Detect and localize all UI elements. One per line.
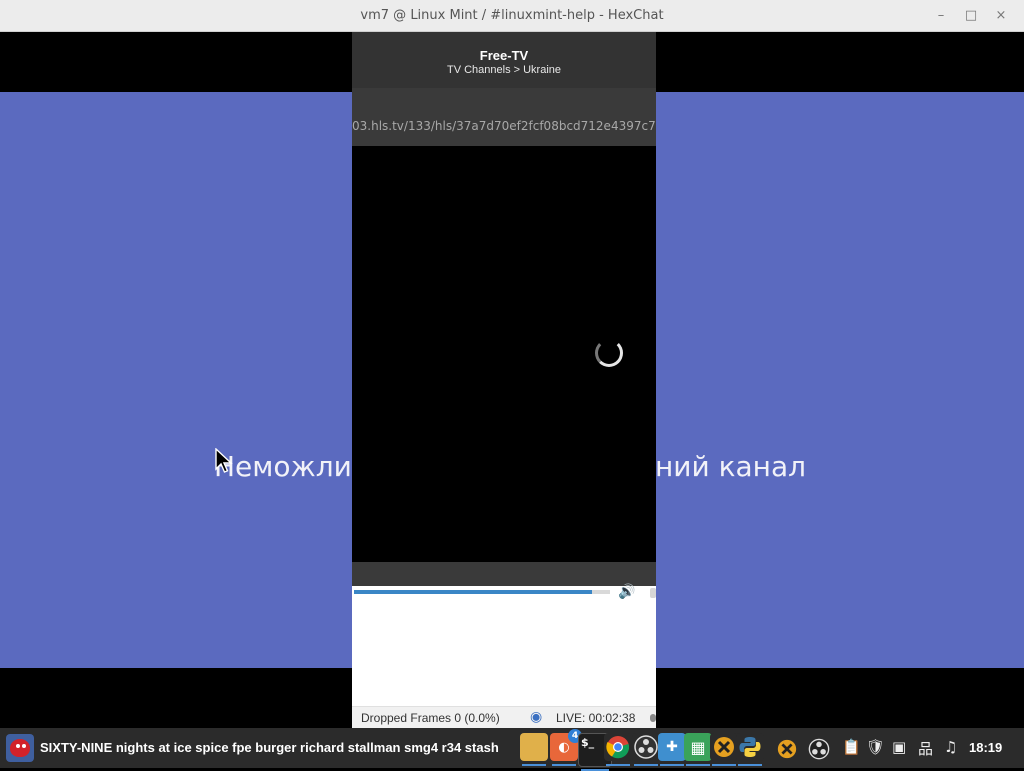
player-controls	[352, 562, 656, 586]
player-title: Free-TV	[479, 48, 529, 63]
clock[interactable]: 18:19	[969, 740, 1002, 755]
close-button[interactable]: ×	[992, 6, 1010, 24]
seek-bar[interactable]	[354, 590, 610, 594]
loading-spinner-icon	[595, 339, 623, 367]
minimize-button[interactable]: –	[932, 6, 950, 24]
background-message-right: ний канал	[655, 450, 807, 483]
obs-icon[interactable]	[808, 738, 830, 764]
volume-icon[interactable]: 🔊	[618, 584, 640, 600]
player-header: Free-TV TV Channels > Ukraine	[352, 32, 656, 88]
clipboard-icon[interactable]: 📋	[842, 738, 861, 756]
update-icon[interactable]: ▣	[892, 738, 906, 756]
broadcast-icon: ◉	[530, 709, 543, 725]
obs-launcher-icon[interactable]	[632, 733, 660, 766]
stream-url: 03.hls.tv/133/hls/37a7d70ef2fcf08bcd712e…	[352, 119, 656, 133]
mouse-cursor-icon	[215, 448, 233, 473]
progress-row: 🔊	[352, 584, 656, 602]
software-manager-icon[interactable]: ◐ 4	[550, 729, 582, 766]
python-icon[interactable]	[736, 733, 764, 766]
angry-birds-app-icon[interactable]	[6, 734, 34, 762]
volume-slider-handle[interactable]	[650, 588, 656, 598]
window-title: vm7 @ Linux Mint / #linuxmint-help - Hex…	[360, 8, 664, 23]
shield-icon[interactable]: 🛡	[866, 738, 885, 756]
maximize-button[interactable]: □	[962, 6, 980, 24]
network-icon[interactable]: 品	[918, 738, 933, 759]
background-message-left: Неможли	[214, 450, 352, 483]
files-icon[interactable]	[520, 733, 548, 766]
player-empty-area	[352, 602, 656, 706]
player-panel: Free-TV TV Channels > Ukraine 03.hls.tv/…	[352, 32, 656, 728]
dropped-frames: Dropped Frames 0 (0.0%)	[361, 711, 500, 725]
x-tray-icon[interactable]	[776, 738, 798, 764]
puzzle-app-icon[interactable]: ✚	[658, 733, 686, 766]
music-icon[interactable]: ♫	[944, 738, 957, 756]
taskbar-window-label[interactable]: SIXTY-NINE nights at ice spice fpe burge…	[40, 740, 499, 755]
spreadsheet-icon[interactable]: ▦	[684, 733, 712, 766]
terminal-glyph: $_	[581, 736, 595, 749]
window-titlebar[interactable]: vm7 @ Linux Mint / #linuxmint-help - Hex…	[0, 0, 1024, 32]
player-breadcrumb[interactable]: TV Channels > Ukraine	[352, 64, 656, 76]
chrome-icon[interactable]	[604, 733, 632, 766]
x-app-icon[interactable]	[710, 733, 738, 766]
stream-url-bar[interactable]: 03.hls.tv/133/hls/37a7d70ef2fcf08bcd712e…	[352, 88, 656, 146]
resize-grip[interactable]	[650, 714, 656, 722]
live-time: LIVE: 00:02:38	[556, 711, 636, 725]
video-area[interactable]	[352, 146, 656, 562]
seek-bar-fill	[354, 590, 593, 594]
status-bar: Dropped Frames 0 (0.0%) ◉ LIVE: 00:02:38	[352, 706, 656, 728]
taskbar: SIXTY-NINE nights at ice spice fpe burge…	[0, 728, 1024, 771]
